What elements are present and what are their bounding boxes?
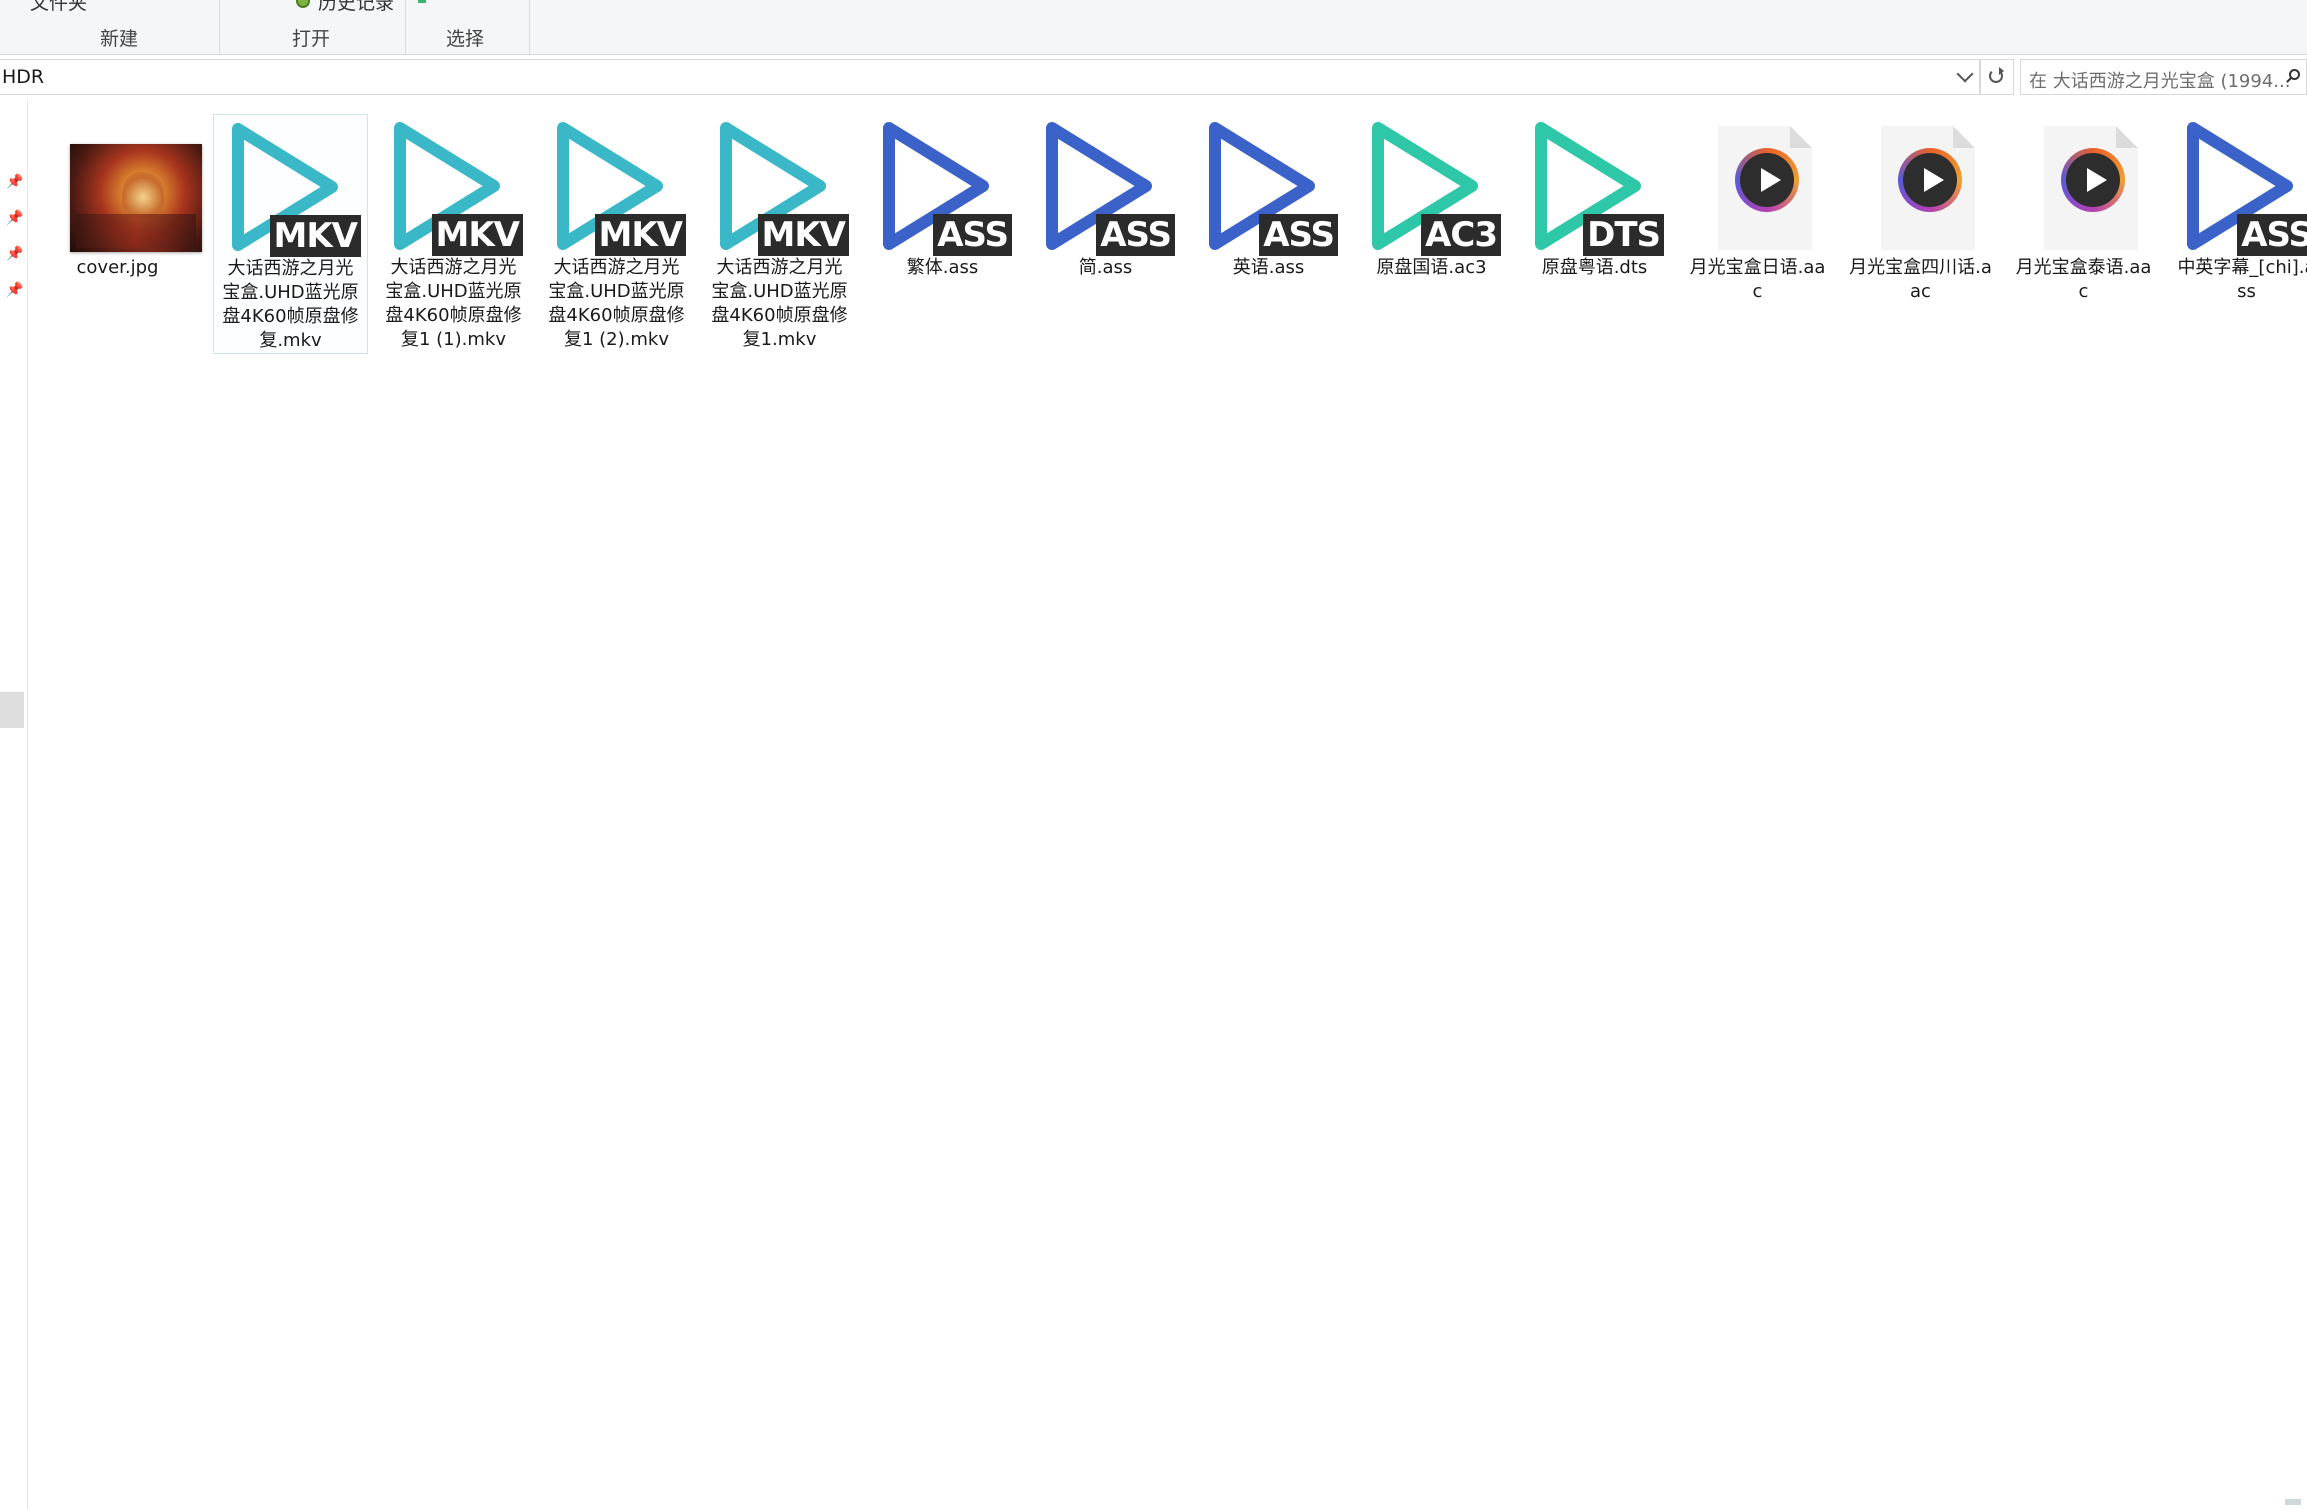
video-file-icon: MKV: [376, 114, 531, 260]
address-bar[interactable]: HDR: [0, 59, 1980, 95]
subtitle-file-icon: ASS: [2169, 114, 2307, 260]
file-item[interactable]: AC3 原盘国语.ac3: [1354, 114, 1509, 280]
file-name: 大话西游之月光宝盒.UHD蓝光原盘4K60帧原盘修复.mkv: [222, 258, 359, 351]
file-item[interactable]: 月光宝盒四川话.aac: [1843, 114, 1998, 304]
play-icon-inner: [1740, 153, 1794, 207]
address-path[interactable]: HDR: [2, 66, 44, 88]
file-name: 大话西游之月光宝盒.UHD蓝光原盘4K60帧原盘修复1 (1).mkv: [385, 257, 522, 350]
navigation-selected-item[interactable]: [0, 692, 24, 728]
search-placeholder: 在 大话西游之月光宝盒 (1994...: [2029, 71, 2291, 92]
file-item[interactable]: MKV 大话西游之月光宝盒.UHD蓝光原盘4K60帧原盘修复1 (2).mkv: [539, 114, 694, 352]
file-item[interactable]: MKV 大话西游之月光宝盒.UHD蓝光原盘4K60帧原盘修复1.mkv: [702, 114, 857, 352]
view-toggle-icon[interactable]: [2285, 1499, 2301, 1505]
play-icon-inner: [2066, 153, 2120, 207]
document-fold: [1953, 126, 1975, 148]
file-name: 月光宝盒四川话.aac: [1849, 257, 1992, 302]
file-type-badge: AC3: [1421, 214, 1501, 256]
file-name: 大话西游之月光宝盒.UHD蓝光原盘4K60帧原盘修复1 (2).mkv: [548, 257, 685, 350]
file-icon: [40, 114, 202, 260]
pin-icon[interactable]: 📌: [6, 282, 23, 298]
ribbon-group-open: 打开: [292, 28, 331, 50]
pin-icon[interactable]: 📌: [6, 246, 23, 262]
ribbon-separator: [219, 0, 220, 54]
ribbon-separator: [405, 0, 406, 54]
audio-file-icon: DTS: [1517, 114, 1672, 260]
media-player-play-icon: [1898, 148, 1962, 212]
media-player-play-icon: [2061, 148, 2125, 212]
video-file-icon: MKV: [702, 114, 857, 260]
search-input[interactable]: 在 大话西游之月光宝盒 (1994...: [2020, 59, 2307, 95]
pin-icon[interactable]: 📌: [6, 174, 23, 190]
file-item[interactable]: ASS 简.ass: [1028, 114, 1183, 280]
file-item[interactable]: ASS 繁体.ass: [865, 114, 1020, 280]
aac-file-icon: [1843, 114, 1998, 260]
file-item[interactable]: cover.jpg: [40, 114, 202, 280]
aac-file-icon: [2006, 114, 2161, 260]
file-item[interactable]: ASS 英语.ass: [1191, 114, 1346, 280]
file-type-badge: DTS: [1583, 214, 1664, 256]
ribbon-group-new: 新建: [100, 28, 139, 50]
document-fold: [1790, 126, 1812, 148]
new-folder-button[interactable]: 文件夹: [30, 0, 87, 15]
file-name: 中英字幕_[chi].ass: [2177, 257, 2307, 302]
file-name: 月光宝盒泰语.aac: [2015, 257, 2152, 302]
file-item[interactable]: ASS 中英字幕_[chi].ass: [2169, 114, 2307, 304]
file-item[interactable]: 月光宝盒日语.aac: [1680, 114, 1835, 304]
file-name: 大话西游之月光宝盒.UHD蓝光原盘4K60帧原盘修复1.mkv: [711, 257, 848, 350]
navigation-pane: 📌 📌 📌 📌: [0, 100, 28, 1509]
refresh-button[interactable]: [1980, 59, 2014, 95]
ribbon-separator: [529, 0, 530, 54]
history-icon: [296, 0, 310, 8]
video-file-icon: MKV: [539, 114, 694, 260]
play-icon-inner: [1903, 153, 1957, 207]
file-type-badge: MKV: [431, 214, 523, 256]
file-type-badge: ASS: [933, 214, 1012, 256]
select-all-icon[interactable]: [418, 0, 426, 3]
subtitle-file-icon: ASS: [865, 114, 1020, 260]
search-icon[interactable]: [2289, 69, 2300, 80]
file-item[interactable]: 月光宝盒泰语.aac: [2006, 114, 2161, 304]
file-grid: cover.jpg MKV 大话西游之月光宝盒.UHD蓝光原盘4K60帧原盘修复…: [30, 100, 2307, 1509]
file-item[interactable]: MKV 大话西游之月光宝盒.UHD蓝光原盘4K60帧原盘修复.mkv: [213, 114, 368, 354]
file-type-badge: ASS: [1096, 214, 1175, 256]
audio-file-icon: AC3: [1354, 114, 1509, 260]
aac-file-icon: [1680, 114, 1835, 260]
file-item[interactable]: DTS 原盘粤语.dts: [1517, 114, 1672, 280]
document-fold: [2116, 126, 2138, 148]
file-item[interactable]: MKV 大话西游之月光宝盒.UHD蓝光原盘4K60帧原盘修复1 (1).mkv: [376, 114, 531, 352]
chevron-down-icon[interactable]: [1956, 65, 1974, 83]
ribbon-group-select: 选择: [446, 28, 485, 50]
file-name: 月光宝盒日语.aac: [1689, 257, 1826, 302]
file-type-badge: MKV: [757, 214, 849, 256]
video-file-icon: MKV: [214, 115, 369, 261]
subtitle-file-icon: ASS: [1191, 114, 1346, 260]
media-player-play-icon: [1735, 148, 1799, 212]
ribbon: 文件夹 历史记录 新建 打开 选择: [0, 0, 2307, 55]
image-thumbnail: [70, 144, 202, 252]
file-type-badge: ASS: [1259, 214, 1338, 256]
refresh-icon-arrow: [1999, 67, 2004, 75]
address-bar-row: HDR 在 大话西游之月光宝盒 (1994...: [0, 59, 2307, 97]
file-type-badge: MKV: [594, 214, 686, 256]
pin-icon[interactable]: 📌: [6, 210, 23, 226]
subtitle-file-icon: ASS: [1028, 114, 1183, 260]
file-type-badge: MKV: [269, 215, 361, 257]
history-button[interactable]: 历史记录: [318, 0, 394, 15]
file-type-badge: ASS: [2237, 214, 2307, 256]
